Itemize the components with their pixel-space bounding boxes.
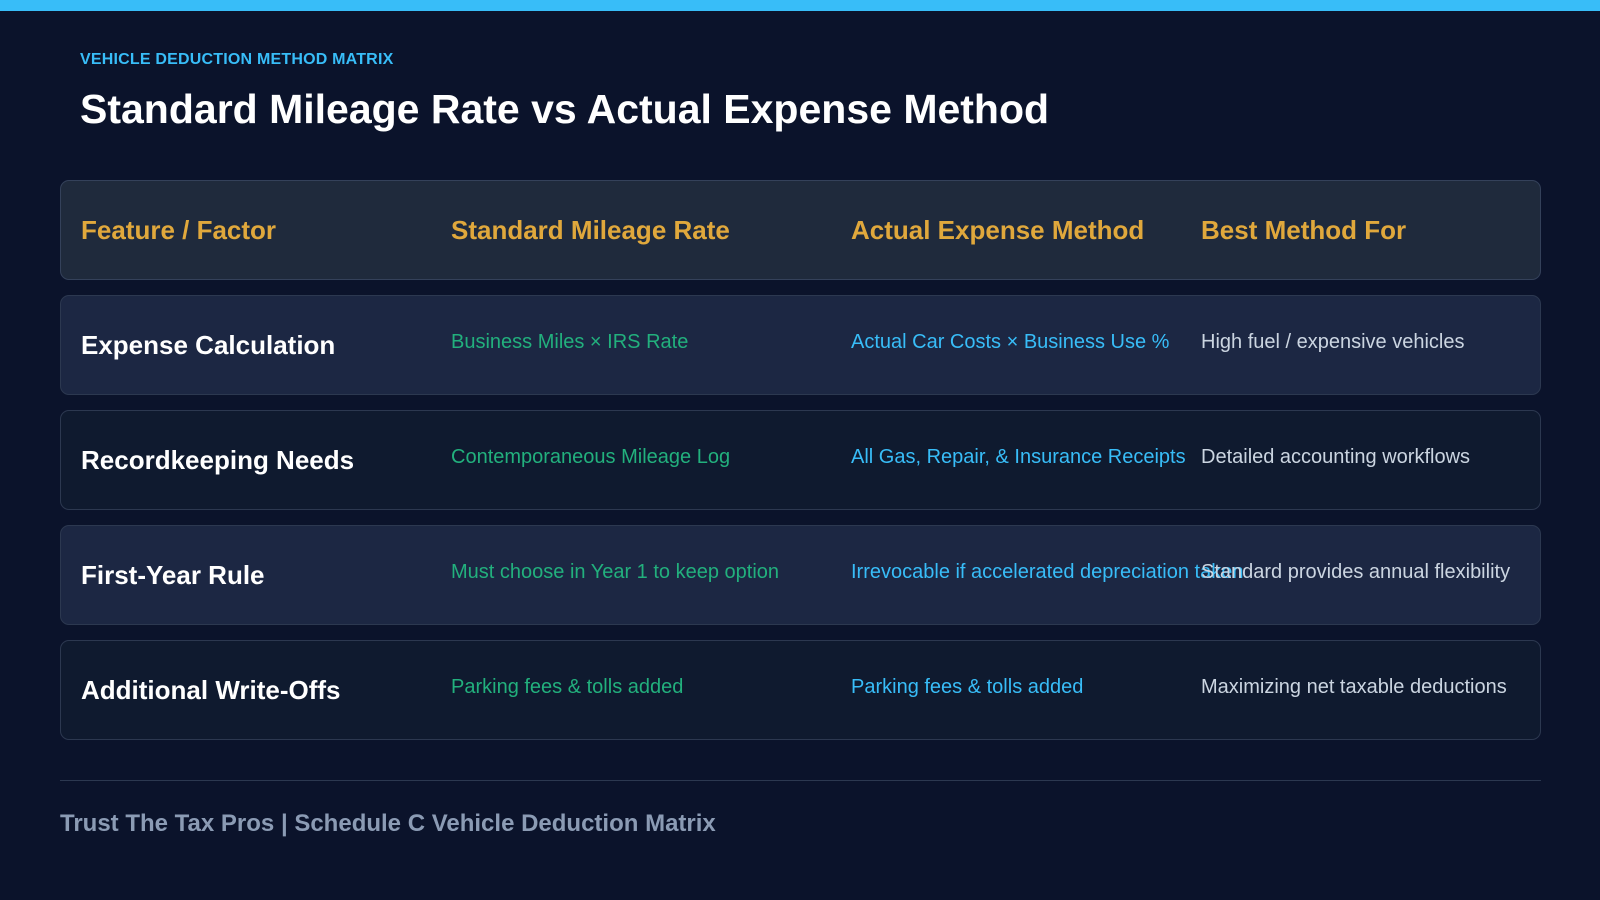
- best-cell: Detailed accounting workflows: [1201, 445, 1471, 468]
- feature-cell: First-Year Rule: [81, 559, 265, 590]
- top-accent-bar: [0, 0, 1600, 11]
- eyebrow-label: VEHICLE DEDUCTION METHOD MATRIX: [80, 51, 394, 68]
- best-cell: High fuel / expensive vehicles: [1201, 330, 1465, 353]
- column-header-best: Best Method For: [1201, 214, 1407, 245]
- table-row: First-Year Rule Must choose in Year 1 to…: [60, 525, 1541, 625]
- best-cell: Standard provides annual flexibility: [1201, 560, 1511, 583]
- column-header-actual: Actual Expense Method: [851, 214, 1145, 245]
- best-cell: Maximizing net taxable deductions: [1201, 675, 1507, 698]
- feature-cell: Additional Write-Offs: [81, 674, 341, 705]
- footer-text: Trust The Tax Pros | Schedule C Vehicle …: [60, 810, 716, 837]
- actual-cell: Parking fees & tolls added: [851, 675, 1084, 698]
- footer-divider: [60, 780, 1541, 781]
- standard-cell: Business Miles × IRS Rate: [451, 330, 689, 353]
- table-row: Expense Calculation Business Miles × IRS…: [60, 295, 1541, 395]
- column-header-standard: Standard Mileage Rate: [451, 214, 730, 245]
- feature-cell: Recordkeeping Needs: [81, 444, 355, 475]
- table-row: Recordkeeping Needs Contemporaneous Mile…: [60, 410, 1541, 510]
- actual-cell: All Gas, Repair, & Insurance Receipts: [851, 445, 1186, 468]
- actual-cell: Irrevocable if accelerated depreciation …: [851, 560, 1244, 583]
- actual-cell: Actual Car Costs × Business Use %: [851, 330, 1170, 353]
- table-row: Additional Write-Offs Parking fees & tol…: [60, 640, 1541, 740]
- standard-cell: Parking fees & tolls added: [451, 675, 684, 698]
- comparison-table: Feature / Factor Standard Mileage Rate A…: [60, 180, 1541, 755]
- table-header-row: Feature / Factor Standard Mileage Rate A…: [60, 180, 1541, 280]
- feature-cell: Expense Calculation: [81, 329, 336, 360]
- page-title: Standard Mileage Rate vs Actual Expense …: [80, 86, 1050, 132]
- standard-cell: Contemporaneous Mileage Log: [451, 445, 731, 468]
- standard-cell: Must choose in Year 1 to keep option: [451, 560, 780, 583]
- column-header-feature: Feature / Factor: [81, 214, 277, 245]
